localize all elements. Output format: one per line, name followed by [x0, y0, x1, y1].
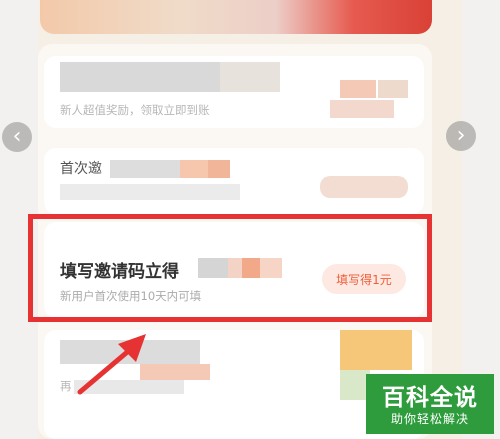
watermark-logo: 百科全说 助你轻松解决 — [366, 374, 494, 434]
watermark-title: 百科全说 — [382, 385, 478, 411]
watermark-subtitle: 助你轻松解决 — [390, 412, 469, 426]
